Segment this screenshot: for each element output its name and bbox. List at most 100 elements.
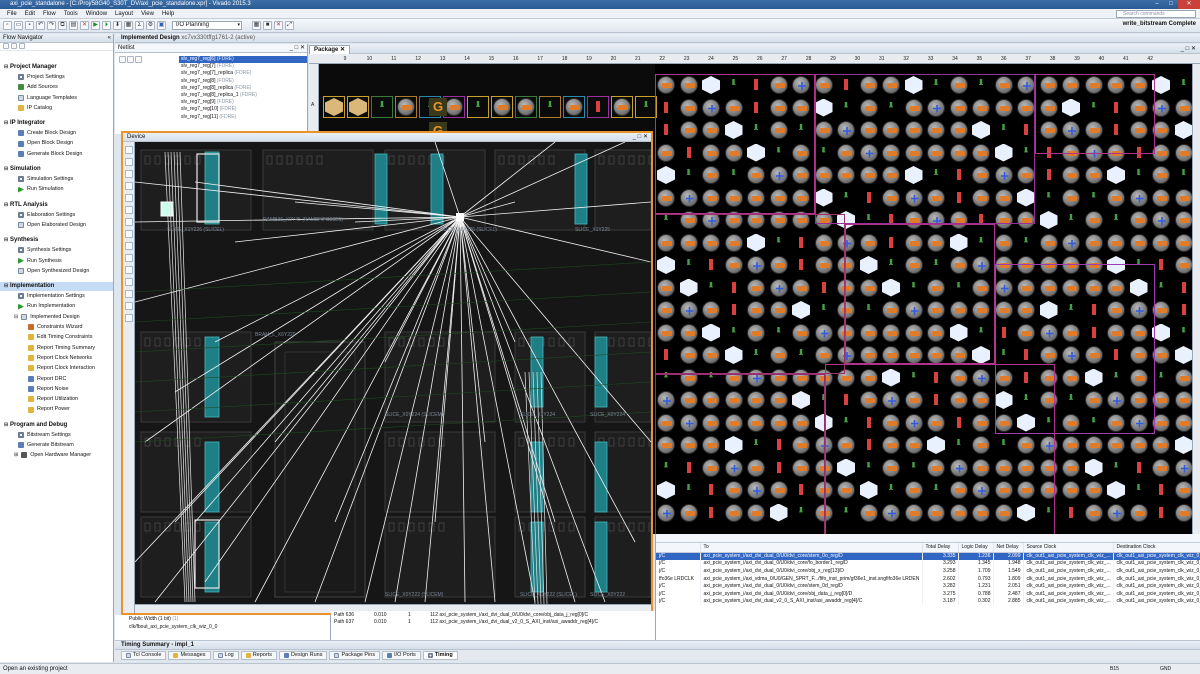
package-pin[interactable] bbox=[994, 256, 1013, 274]
package-pin[interactable] bbox=[860, 414, 878, 432]
package-pin[interactable] bbox=[792, 211, 810, 229]
package-pin[interactable] bbox=[657, 503, 675, 522]
package-pin[interactable] bbox=[994, 211, 1013, 229]
package-pin[interactable] bbox=[1174, 256, 1193, 274]
package-pin[interactable] bbox=[1152, 323, 1170, 342]
package-pin[interactable] bbox=[770, 144, 788, 162]
package-pin[interactable] bbox=[972, 458, 990, 477]
package-pin[interactable] bbox=[1062, 391, 1080, 409]
package-pin[interactable] bbox=[837, 278, 855, 297]
package-pin[interactable] bbox=[1062, 301, 1080, 319]
package-pin[interactable] bbox=[679, 301, 698, 319]
package-pin[interactable] bbox=[1107, 436, 1125, 454]
package-pin[interactable] bbox=[1130, 144, 1148, 162]
package-pin[interactable] bbox=[1152, 233, 1170, 252]
package-pin[interactable] bbox=[747, 188, 765, 207]
open-elaborated-design-item[interactable]: Open Elaborated Design bbox=[0, 220, 113, 230]
package-pin[interactable] bbox=[882, 458, 900, 477]
package-pin[interactable] bbox=[1107, 76, 1125, 94]
package-pin[interactable] bbox=[1129, 368, 1148, 387]
package-pin[interactable] bbox=[747, 346, 765, 364]
package-pin[interactable] bbox=[657, 346, 675, 364]
package-pin[interactable] bbox=[724, 503, 743, 522]
package-pin[interactable] bbox=[1174, 503, 1193, 522]
report-drc-item[interactable]: Report DRC bbox=[0, 374, 113, 384]
package-pin[interactable] bbox=[837, 368, 855, 387]
package-pin[interactable] bbox=[1085, 99, 1103, 117]
package-pin[interactable] bbox=[904, 413, 923, 432]
package-pin[interactable] bbox=[725, 76, 743, 94]
package-pin[interactable] bbox=[1129, 76, 1148, 94]
package-pin[interactable] bbox=[680, 459, 698, 477]
package-pin[interactable] bbox=[949, 256, 968, 274]
package-pin[interactable] bbox=[702, 279, 720, 297]
package-pin[interactable] bbox=[882, 346, 900, 364]
package-pin[interactable] bbox=[747, 458, 765, 477]
netlist-row[interactable]: slv_reg7_reg[7]_replica (FDRE) bbox=[115, 70, 307, 77]
package-pin[interactable] bbox=[1174, 413, 1193, 432]
package-pin[interactable] bbox=[882, 99, 900, 117]
search-icon[interactable] bbox=[3, 43, 9, 49]
package-pin[interactable] bbox=[1174, 458, 1193, 477]
table-row[interactable]: ffo36e LRDCLK axi_pcie_system_i/axi_vdma_… bbox=[656, 574, 1200, 583]
package-pin[interactable] bbox=[792, 121, 810, 139]
package-pin[interactable] bbox=[814, 346, 833, 364]
package-pin[interactable] bbox=[1107, 233, 1125, 252]
package-pin[interactable] bbox=[1062, 413, 1080, 432]
select-icon[interactable] bbox=[125, 146, 133, 154]
package-pin[interactable] bbox=[927, 188, 945, 207]
package-pin[interactable] bbox=[972, 143, 990, 162]
package-pin[interactable] bbox=[904, 188, 923, 207]
package-pin[interactable] bbox=[657, 369, 675, 387]
package-pin[interactable] bbox=[702, 391, 720, 409]
menu-window[interactable]: Window bbox=[82, 9, 111, 19]
package-pin[interactable] bbox=[769, 278, 788, 297]
table-row[interactable]: Path 637 0.010 1 112 axi_pcie_system_i/axi_… bbox=[331, 619, 655, 627]
column-header[interactable] bbox=[656, 543, 701, 553]
panel-buttons[interactable]: _ □ ✕ bbox=[290, 44, 305, 52]
package-pin[interactable] bbox=[1017, 144, 1035, 162]
package-pin[interactable] bbox=[1085, 324, 1103, 342]
package-pin[interactable] bbox=[837, 414, 855, 432]
package-pin[interactable] bbox=[882, 143, 900, 162]
package-pin[interactable] bbox=[859, 346, 878, 364]
device-window[interactable]: Device _ □ ✕ SLICE_X1Y226 (SLICEL) RAMB36… bbox=[121, 131, 653, 615]
menu-layout[interactable]: Layout bbox=[111, 9, 137, 19]
package-pin[interactable] bbox=[859, 278, 878, 297]
add-sources-item[interactable]: Add Sources bbox=[0, 82, 113, 92]
package-pin[interactable] bbox=[882, 481, 900, 499]
package-pin[interactable] bbox=[972, 368, 990, 387]
paste-icon[interactable]: ▤ bbox=[69, 21, 78, 30]
package-pin[interactable] bbox=[747, 301, 765, 319]
package-pin[interactable] bbox=[904, 211, 923, 229]
package-pin[interactable] bbox=[1174, 121, 1193, 139]
package-pin[interactable] bbox=[397, 98, 415, 116]
section-implementation[interactable]: ⊟ Implementation bbox=[0, 282, 113, 292]
open-project-icon[interactable]: ▭ bbox=[14, 21, 23, 30]
package-pin[interactable] bbox=[837, 233, 855, 252]
menu-edit[interactable]: Edit bbox=[21, 9, 39, 19]
package-pin[interactable] bbox=[1107, 369, 1125, 387]
package-pin[interactable] bbox=[927, 256, 945, 274]
package-pin[interactable] bbox=[1129, 323, 1148, 342]
package-pin[interactable] bbox=[1174, 211, 1193, 229]
package-pin[interactable] bbox=[747, 368, 765, 387]
tab-package[interactable]: Package ✕ bbox=[309, 45, 351, 54]
netlist-row[interactable]: slv_reg7_reg[8]_replica (FDRE) bbox=[115, 85, 307, 92]
package-pin[interactable] bbox=[657, 323, 675, 342]
tab-messages[interactable]: Messages bbox=[168, 650, 211, 660]
package-pin[interactable] bbox=[1130, 166, 1148, 184]
package-pin[interactable] bbox=[949, 76, 968, 94]
report-noise-item[interactable]: Report Noise bbox=[0, 384, 113, 394]
package-pin[interactable] bbox=[769, 121, 788, 139]
package-pin[interactable] bbox=[927, 503, 945, 522]
package-pin[interactable] bbox=[702, 413, 720, 432]
package-pin[interactable] bbox=[1129, 391, 1148, 409]
package-pin[interactable] bbox=[747, 143, 765, 162]
package-pin[interactable] bbox=[1062, 233, 1080, 252]
package-pin[interactable] bbox=[814, 76, 833, 94]
edit-timing-constraints-item[interactable]: Edit Timing Constraints bbox=[0, 332, 113, 342]
package-pin[interactable] bbox=[927, 211, 945, 229]
package-pin[interactable] bbox=[1084, 211, 1103, 229]
package-pin[interactable] bbox=[769, 98, 788, 117]
